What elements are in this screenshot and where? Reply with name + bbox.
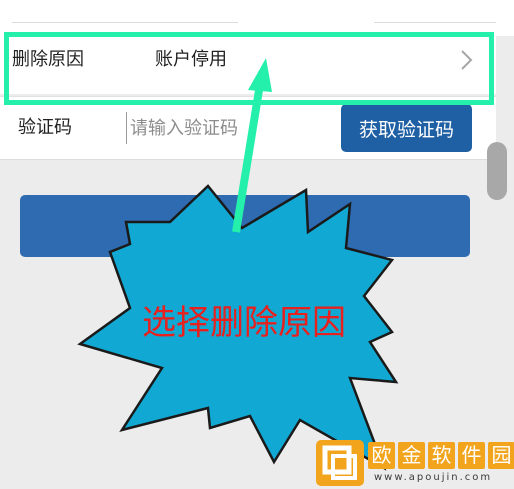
divider (0, 159, 496, 160)
watermark-char: 欧 (368, 442, 395, 469)
chevron-right-icon[interactable] (456, 48, 478, 72)
watermark-char: 件 (458, 442, 485, 469)
watermark: 欧 金 软 件 园 www.apoujin.com (316, 440, 514, 489)
divider (374, 22, 496, 23)
verification-code-label: 验证码 (18, 117, 72, 138)
delete-reason-value[interactable]: 账户停用 (155, 47, 227, 73)
watermark-char: 金 (398, 442, 425, 469)
get-code-button[interactable]: 获取验证码 (341, 104, 472, 152)
divider (12, 22, 238, 23)
delete-reason-label: 删除原因 (12, 49, 84, 70)
scrollbar[interactable] (487, 142, 507, 200)
previous-row (0, 0, 514, 36)
callout-text: 选择删除原因 (142, 303, 346, 343)
watermark-url: www.apoujin.com (374, 472, 493, 483)
verification-code-input[interactable] (126, 112, 330, 144)
watermark-chars: 欧 金 软 件 园 (368, 442, 514, 469)
watermark-char: 软 (428, 442, 455, 469)
watermark-logo-icon (316, 440, 364, 486)
submit-button[interactable] (20, 195, 470, 257)
watermark-char: 园 (488, 442, 514, 469)
